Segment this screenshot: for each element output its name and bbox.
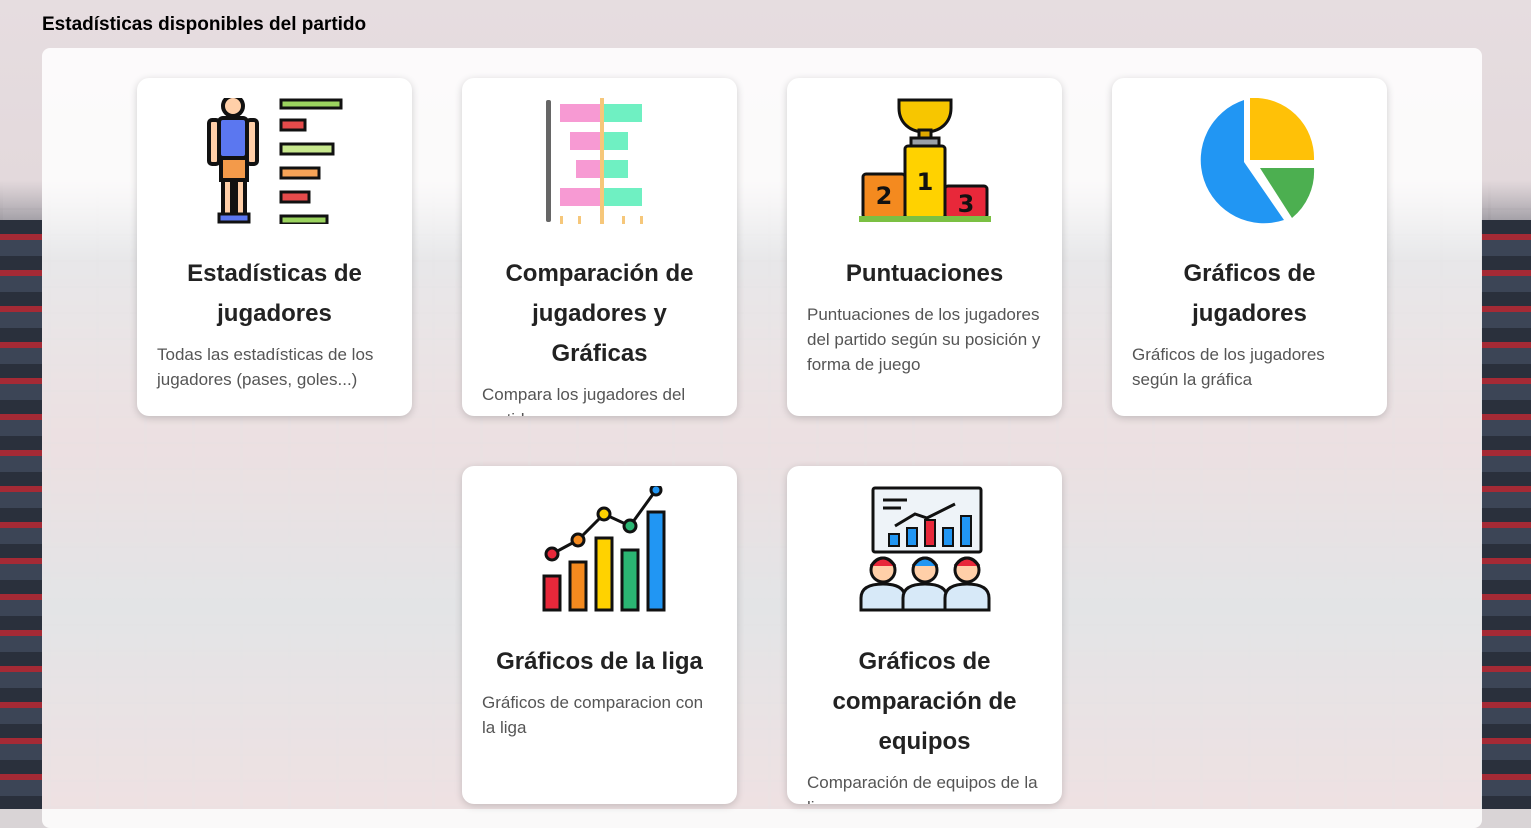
card-description: Gráficos de los jugadores según la gráfi… [1132, 345, 1325, 389]
card-title: Puntuaciones [845, 260, 1004, 287]
podium-label-3: 3 [957, 190, 974, 218]
card-player-comparison[interactable]: Comparación de jugadores y Gráficas Comp… [462, 78, 737, 416]
card-title: Estadísticas de jugadores [187, 260, 362, 327]
podium-label-2: 2 [875, 182, 892, 210]
card-description: Puntuaciones de los jugadores del partid… [807, 305, 1041, 374]
card-description: Compara los jugadores del partido para v… [482, 385, 686, 416]
comparison-bars-icon [545, 98, 643, 224]
bar-line-chart-icon [542, 486, 665, 612]
stadium-stands-left [0, 220, 42, 809]
card-description: Todas las estadísticas de los jugadores … [157, 345, 374, 389]
podium-trophy-icon: 2 1 3 [858, 98, 991, 222]
card-league-charts[interactable]: Gráficos de la liga Gráficos de comparac… [462, 466, 737, 804]
card-team-comparison[interactable]: Gráficos de comparación de equipos Compa… [787, 466, 1062, 804]
stats-panel: Estadísticas de jugadores Todas las esta… [42, 48, 1482, 828]
card-title: Comparación de jugadores y Gráficas [505, 260, 694, 367]
card-title: Gráficos de la liga [496, 648, 703, 675]
podium-label-1: 1 [916, 168, 933, 196]
stadium-stands-right [1481, 220, 1531, 809]
card-title: Gráficos de comparación de equipos [832, 648, 1017, 755]
card-description: Gráficos de comparacion con la liga [482, 693, 704, 737]
player-stats-icon [206, 98, 342, 224]
card-scores[interactable]: 2 1 3 Puntuaciones Puntuaciones de los j… [787, 78, 1062, 416]
card-player-stats[interactable]: Estadísticas de jugadores Todas las esta… [137, 78, 412, 416]
card-description: Comparación de equipos de la liga para v… [807, 773, 1038, 804]
card-title: Gráficos de jugadores [1183, 260, 1316, 327]
card-player-charts[interactable]: Gráficos de jugadores Gráficos de los ju… [1112, 78, 1387, 416]
section-title: Estadísticas disponibles del partido [42, 14, 367, 35]
team-presentation-icon [859, 486, 990, 612]
pie-chart-icon [1200, 98, 1314, 224]
